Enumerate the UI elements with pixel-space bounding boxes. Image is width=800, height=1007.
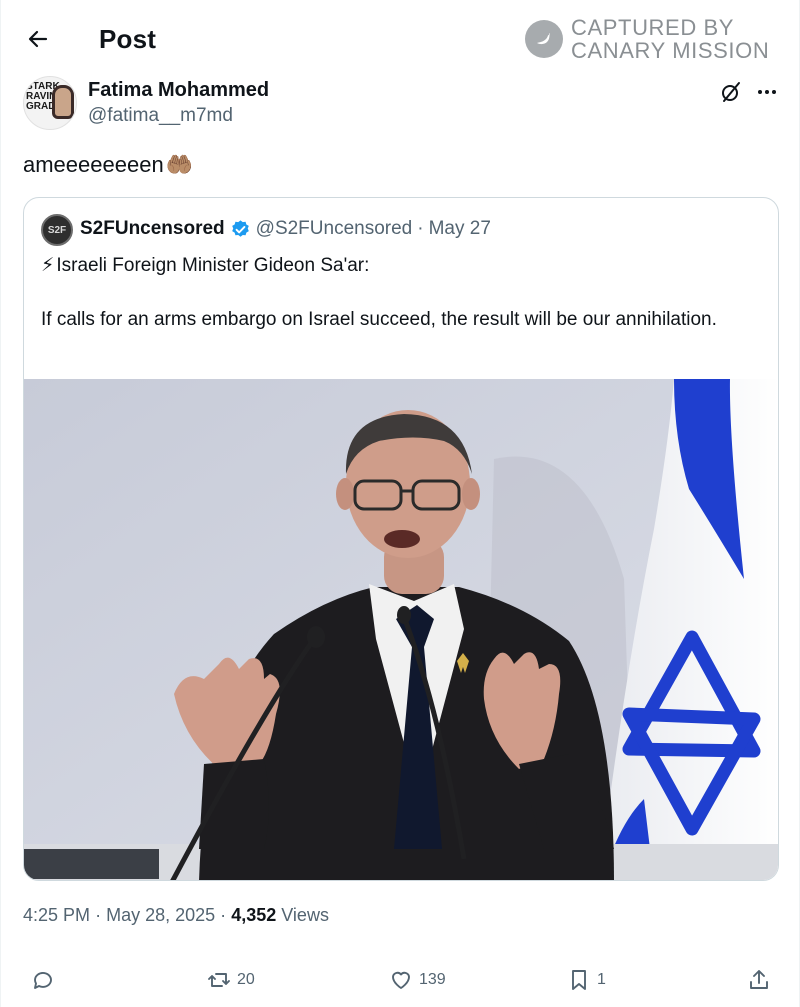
quoted-post-card[interactable]: S2F S2FUncensored @S2FUncensored · May 2… <box>23 197 779 881</box>
post-page: Post CAPTURED BY CANARY MISSION STARK RA… <box>0 0 800 1007</box>
repost-count: 20 <box>237 971 255 988</box>
quoted-text-body: If calls for an arms embargo on Israel s… <box>41 309 717 330</box>
grok-icon[interactable] <box>717 78 745 106</box>
watermark-line2: CANARY MISSION <box>571 38 770 63</box>
lightning-emoji: ⚡ <box>41 255 55 276</box>
quoted-author-handle[interactable]: @S2FUncensored <box>256 218 413 240</box>
verified-badge-icon <box>231 219 249 237</box>
quoted-headline: Israeli Foreign Minister Gideon Sa'ar: <box>56 254 370 276</box>
post-date[interactable]: May 28, 2025 <box>106 905 215 925</box>
views-count: 4,352 <box>231 905 277 925</box>
quoted-date[interactable]: May 27 <box>429 218 491 240</box>
watermark: CAPTURED BY CANARY MISSION <box>525 16 769 62</box>
quoted-meta: S2FUncensored @S2FUncensored · May 27 <box>80 218 491 240</box>
bookmark-count: 1 <box>597 971 606 988</box>
arrow-left-icon <box>28 30 48 48</box>
author-avatar[interactable]: STARK RAVING GRAD <box>23 76 77 130</box>
share-button[interactable] <box>747 968 771 992</box>
post-time[interactable]: 4:25 PM <box>23 905 90 925</box>
author-handle[interactable]: @fatima__m7md <box>88 105 233 127</box>
post-body: ameeeeeeeen <box>23 152 164 177</box>
praying-hands-emoji: 🤲🏽 <box>165 152 194 177</box>
repost-icon <box>208 973 230 987</box>
quoted-avatar[interactable]: S2F <box>41 214 73 246</box>
repost-button[interactable]: 20 <box>207 968 255 992</box>
bookmark-icon <box>572 970 586 990</box>
quoted-photo[interactable] <box>24 379 779 881</box>
heart-icon <box>392 971 410 989</box>
quoted-text-line1: ⚡ Israeli Foreign Minister Gideon Sa'ar: <box>41 254 369 277</box>
author-name[interactable]: Fatima Mohammed <box>88 79 269 102</box>
action-bar: 20 139 1 <box>1 958 800 1006</box>
header: Post CAPTURED BY CANARY MISSION <box>1 0 800 78</box>
page-title: Post <box>99 24 157 54</box>
bookmark-button[interactable]: 1 <box>567 968 606 992</box>
avatar-photo <box>52 85 74 119</box>
share-icon <box>750 970 768 989</box>
more-options-icon[interactable] <box>753 78 781 106</box>
post-text: ameeeeeeeen 🤲🏽 <box>23 152 193 178</box>
reply-icon <box>34 972 52 989</box>
timestamp-separator-1: · <box>95 905 102 925</box>
watermark-text: CAPTURED BY CANARY MISSION <box>571 16 769 62</box>
views-label: Views <box>281 905 329 925</box>
quoted-author-name[interactable]: S2FUncensored <box>80 218 225 240</box>
quoted-separator: · <box>417 218 424 239</box>
back-button[interactable] <box>21 22 55 56</box>
canary-logo-icon <box>525 20 563 58</box>
reply-button[interactable] <box>31 968 55 992</box>
like-count: 139 <box>419 971 446 988</box>
like-button[interactable]: 139 <box>389 968 446 992</box>
timestamp-separator-2: · <box>220 905 227 925</box>
watermark-line1: CAPTURED BY <box>571 15 735 40</box>
post-timestamp: 4:25 PM · May 28, 2025 · 4,352 Views <box>23 905 329 926</box>
